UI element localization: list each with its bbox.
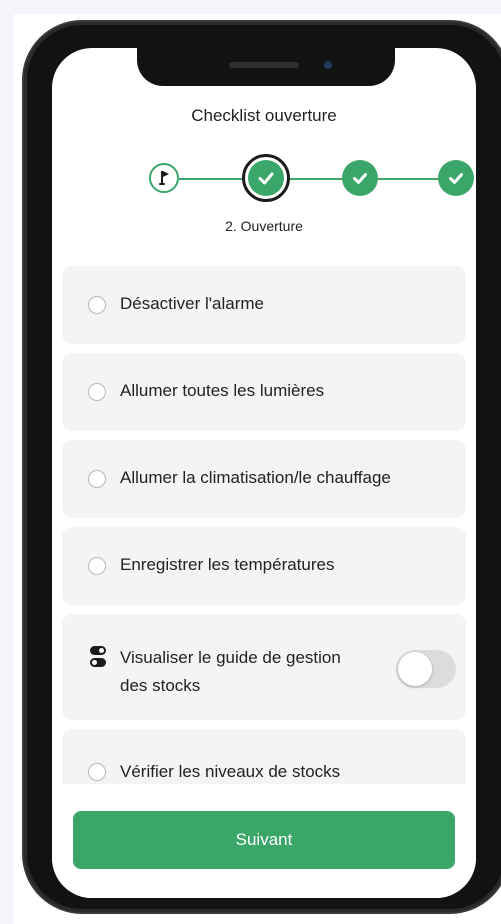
step-start[interactable] — [149, 163, 179, 193]
toggle-switch-icon — [90, 646, 106, 667]
golf-flag-icon — [159, 171, 169, 185]
front-camera — [324, 61, 332, 69]
phone-screen: Checklist ouverture 2. Ouverture Désacti… — [52, 48, 476, 898]
task-item[interactable]: Enregistrer les températures — [62, 527, 466, 605]
step-4[interactable] — [438, 160, 474, 196]
check-icon — [258, 172, 274, 185]
task-checkbox[interactable] — [88, 383, 106, 401]
task-checkbox[interactable] — [88, 557, 106, 575]
stepper-connector — [179, 178, 242, 180]
step-current[interactable] — [242, 154, 290, 202]
guide-label-line2: des stocks — [120, 676, 201, 695]
phone-notch — [137, 48, 395, 86]
task-label: Allumer la climatisation/le chauffage — [120, 468, 391, 487]
check-icon — [353, 173, 367, 184]
task-checkbox[interactable] — [88, 763, 106, 781]
task-label: Enregistrer les températures — [120, 555, 335, 574]
stepper-connector — [378, 178, 438, 180]
guide-label-line1: Visualiser le guide de gestion — [120, 648, 341, 667]
task-item[interactable]: Désactiver l'alarme — [62, 266, 466, 344]
guide-item[interactable]: Visualiser le guide de gestion des stock… — [62, 614, 466, 720]
page-title: Checklist ouverture — [191, 106, 337, 125]
footer-bar: Suivant — [52, 784, 476, 898]
task-label: Désactiver l'alarme — [120, 294, 265, 313]
task-item[interactable]: Allumer toutes les lumières — [62, 353, 466, 431]
step-3[interactable] — [342, 160, 378, 196]
current-step-label: 2. Ouverture — [225, 218, 303, 234]
progress-stepper — [52, 148, 476, 208]
step-current-indicator — [248, 160, 284, 196]
task-label: Allumer toutes les lumières — [120, 381, 325, 400]
toggle-knob — [398, 652, 432, 686]
check-icon — [449, 173, 463, 184]
next-button[interactable]: Suivant — [73, 811, 455, 869]
task-checkbox[interactable] — [88, 296, 106, 314]
speaker-grille — [229, 62, 299, 68]
guide-toggle[interactable] — [396, 650, 456, 688]
task-label: Vérifier les niveaux de stocks — [120, 762, 341, 781]
task-checkbox[interactable] — [88, 470, 106, 488]
stepper-connector — [290, 178, 342, 180]
task-item[interactable]: Allumer la climatisation/le chauffage — [62, 440, 466, 518]
